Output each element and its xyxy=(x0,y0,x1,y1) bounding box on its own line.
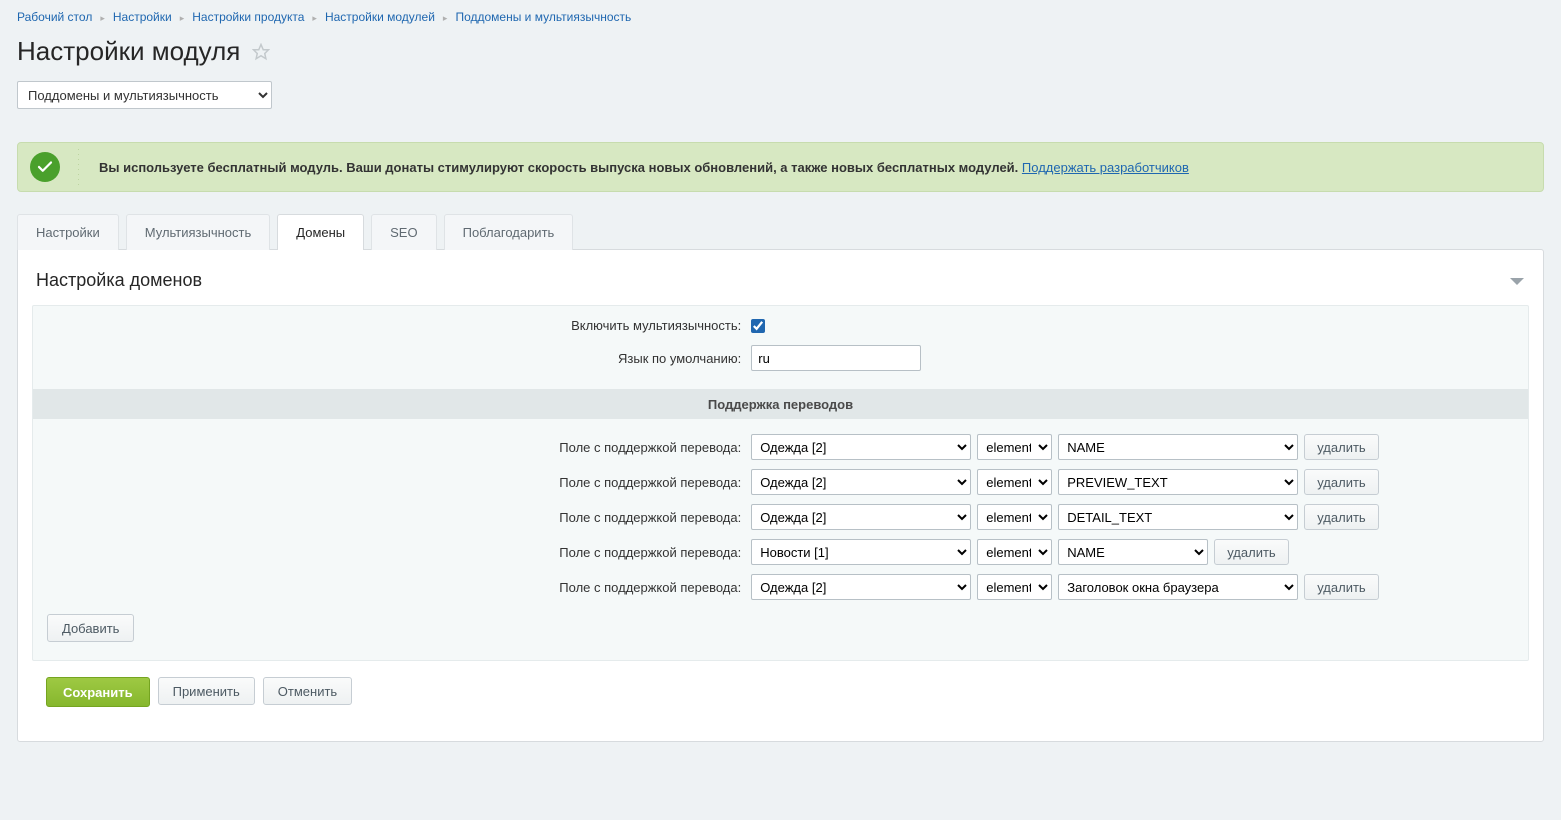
field-select[interactable]: NAME xyxy=(1058,539,1208,565)
delete-button[interactable]: удалить xyxy=(1304,434,1378,460)
field-select[interactable]: NAME xyxy=(1058,434,1298,460)
notice-banner: Вы используете бесплатный модуль. Ваши д… xyxy=(17,142,1544,192)
tab-SEO[interactable]: SEO xyxy=(371,214,436,250)
translation-row: Поле с поддержкой перевода:Одежда [2]ele… xyxy=(33,495,1528,530)
tab-Поблагодарить[interactable]: Поблагодарить xyxy=(444,214,574,250)
notice-link[interactable]: Поддержать разработчиков xyxy=(1022,160,1189,175)
breadcrumb-link[interactable]: Поддомены и мультиязычность xyxy=(455,10,631,24)
iblock-select[interactable]: Новости [1] xyxy=(751,539,971,565)
entity-type-select[interactable]: element xyxy=(977,469,1052,495)
iblock-select[interactable]: Одежда [2] xyxy=(751,574,971,600)
iblock-select[interactable]: Одежда [2] xyxy=(751,469,971,495)
add-button[interactable]: Добавить xyxy=(47,614,134,642)
translations-section-title: Поддержка переводов xyxy=(33,389,1528,419)
delete-button[interactable]: удалить xyxy=(1304,504,1378,530)
translation-row: Поле с поддержкой перевода:Новости [1]el… xyxy=(33,530,1528,565)
translation-row-label: Поле с поддержкой перевода: xyxy=(49,580,751,595)
breadcrumb-link[interactable]: Настройки продукта xyxy=(192,10,304,24)
chevron-right-icon: ▸ xyxy=(180,13,185,23)
check-circle-icon xyxy=(30,152,60,182)
apply-button[interactable]: Применить xyxy=(158,677,255,705)
chevron-right-icon: ▸ xyxy=(100,13,105,23)
multilang-label: Включить мультиязычность: xyxy=(49,318,751,333)
page-title: Настройки модуля xyxy=(17,36,240,67)
field-select[interactable]: Заголовок окна браузера xyxy=(1058,574,1298,600)
cancel-button[interactable]: Отменить xyxy=(263,677,352,705)
entity-type-select[interactable]: element xyxy=(977,434,1052,460)
delete-button[interactable]: удалить xyxy=(1304,574,1378,600)
tab-Домены[interactable]: Домены xyxy=(277,214,364,250)
delete-button[interactable]: удалить xyxy=(1214,539,1288,565)
module-select[interactable]: Поддомены и мультиязычность xyxy=(17,81,272,109)
translation-row-label: Поле с поддержкой перевода: xyxy=(49,545,751,560)
iblock-select[interactable]: Одежда [2] xyxy=(751,434,971,460)
translation-row: Поле с поддержкой перевода:Одежда [2]ele… xyxy=(33,425,1528,460)
translation-row-label: Поле с поддержкой перевода: xyxy=(49,510,751,525)
tab-Мультиязычность[interactable]: Мультиязычность xyxy=(126,214,271,250)
panel-title: Настройка доменов xyxy=(36,270,202,291)
breadcrumb-link[interactable]: Настройки xyxy=(113,10,172,24)
notice-text: Вы используете бесплатный модуль. Ваши д… xyxy=(99,160,1018,175)
breadcrumb: Рабочий стол ▸ Настройки ▸ Настройки продукт… xyxy=(17,0,1544,30)
chevron-down-icon[interactable] xyxy=(1509,275,1525,287)
save-button[interactable]: Сохранить xyxy=(46,677,150,707)
translation-row-label: Поле с поддержкой перевода: xyxy=(49,440,751,455)
translation-row-label: Поле с поддержкой перевода: xyxy=(49,475,751,490)
favorite-star-icon[interactable] xyxy=(252,43,270,61)
tab-Настройки[interactable]: Настройки xyxy=(17,214,119,250)
default-lang-input[interactable] xyxy=(751,345,921,371)
breadcrumb-link[interactable]: Рабочий стол xyxy=(17,10,92,24)
delete-button[interactable]: удалить xyxy=(1304,469,1378,495)
chevron-right-icon: ▸ xyxy=(443,13,448,23)
multilang-checkbox[interactable] xyxy=(751,319,765,333)
default-lang-label: Язык по умолчанию: xyxy=(49,351,751,366)
field-select[interactable]: PREVIEW_TEXT xyxy=(1058,469,1298,495)
entity-type-select[interactable]: element xyxy=(977,504,1052,530)
field-select[interactable]: DETAIL_TEXT xyxy=(1058,504,1298,530)
chevron-right-icon: ▸ xyxy=(312,13,317,23)
entity-type-select[interactable]: element xyxy=(977,539,1052,565)
translation-row: Поле с поддержкой перевода:Одежда [2]ele… xyxy=(33,565,1528,600)
breadcrumb-link[interactable]: Настройки модулей xyxy=(325,10,435,24)
iblock-select[interactable]: Одежда [2] xyxy=(751,504,971,530)
tabs: НастройкиМультиязычностьДоменыSEOПоблаго… xyxy=(17,213,1544,249)
translation-row: Поле с поддержкой перевода:Одежда [2]ele… xyxy=(33,460,1528,495)
entity-type-select[interactable]: element xyxy=(977,574,1052,600)
